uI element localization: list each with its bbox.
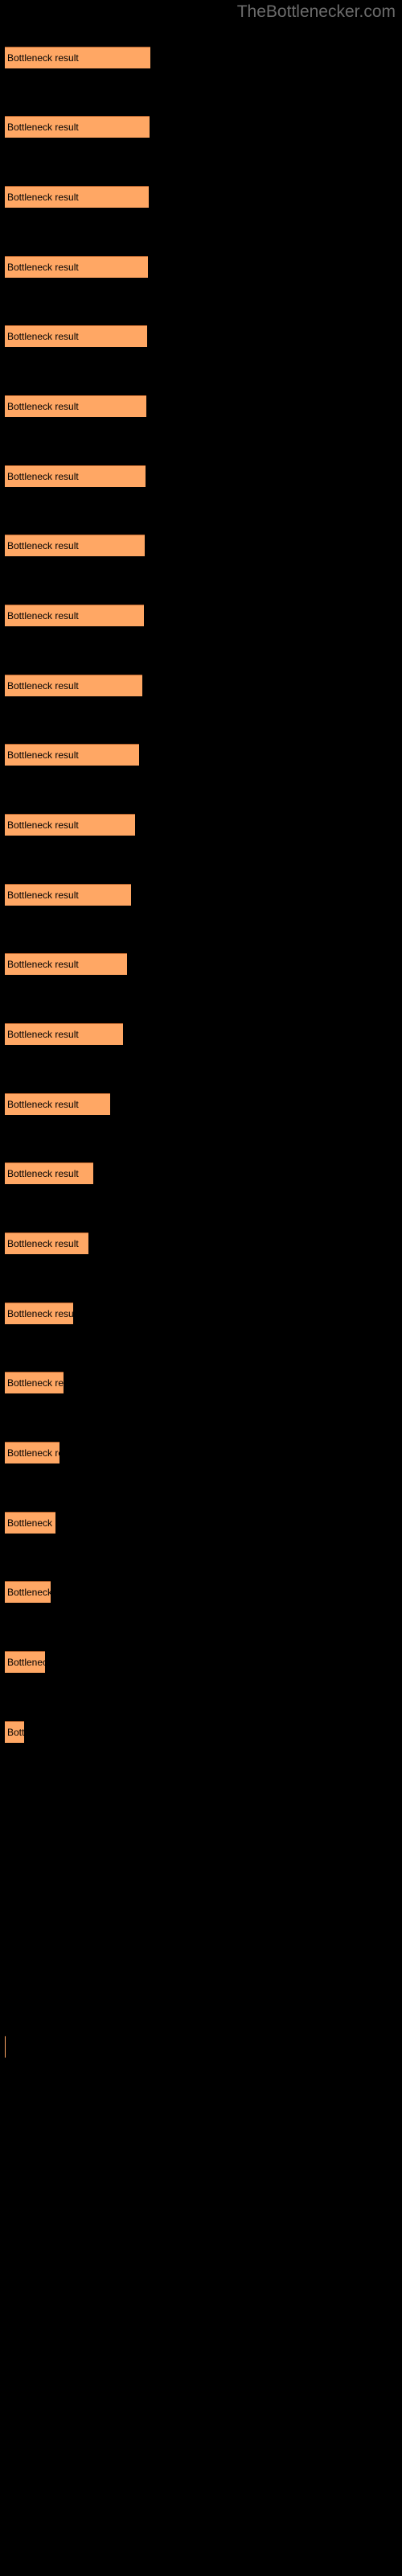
bar-label: Bottleneck result <box>7 1238 79 1249</box>
bar-label: Bottleneck result <box>7 890 79 901</box>
bar-8[interactable]: Bottleneck result <box>5 535 145 556</box>
bar-18[interactable]: Bottleneck result <box>5 1232 88 1254</box>
bar-label: Bottleneck result <box>7 192 79 203</box>
bar-label: Bottleneck result <box>7 262 79 273</box>
bar-label: Bottleneck result <box>7 471 79 482</box>
bar-11[interactable]: Bottleneck result <box>5 744 139 766</box>
bottleneck-bar-chart: Bottleneck result Bottleneck result Bottle… <box>0 0 402 2576</box>
bar-12[interactable]: Bottleneck result <box>5 814 135 836</box>
bar-5[interactable]: Bottleneck result <box>5 325 147 347</box>
bar-14[interactable]: Bottleneck result <box>5 953 127 975</box>
bar-21[interactable]: Bottleneck result <box>5 1442 59 1463</box>
bar-15[interactable]: Bottleneck result <box>5 1023 123 1045</box>
bar-label: Bottleneck result <box>7 680 79 691</box>
bar-label: Bottleneck result <box>7 1377 64 1389</box>
bar-23[interactable]: Bottleneck result <box>5 1581 51 1603</box>
bar-label: Bottleneck result <box>7 819 79 831</box>
bar-19[interactable]: Bottleneck result <box>5 1302 73 1324</box>
bar-9[interactable]: Bottleneck result <box>5 605 144 626</box>
bar-20[interactable]: Bottleneck result <box>5 1372 64 1393</box>
bar-label: Bottleneck result <box>7 1727 24 1738</box>
bar-25[interactable]: Bottleneck result <box>5 1721 24 1743</box>
bar-label: Bottleneck result <box>7 749 79 761</box>
bar-label: Bottleneck result <box>7 122 79 133</box>
bar-label: Bottleneck result <box>7 540 79 551</box>
bar-16[interactable]: Bottleneck result <box>5 1093 110 1115</box>
bar-7[interactable]: Bottleneck result <box>5 465 146 487</box>
bar-label: Bottleneck result <box>7 1517 55 1529</box>
bar-13[interactable]: Bottleneck result <box>5 884 131 906</box>
bar-1[interactable]: Bottleneck result <box>5 47 150 68</box>
bar-3[interactable]: Bottleneck result <box>5 186 149 208</box>
bar-17[interactable]: Bottleneck result <box>5 1162 93 1184</box>
bar-label: Bottleneck result <box>7 331 79 342</box>
bar-10[interactable]: Bottleneck result <box>5 675 142 696</box>
bar-label: Bottleneck result <box>7 1029 79 1040</box>
bar-label: Bottleneck result <box>7 1657 45 1668</box>
bar-26[interactable]: Bottleneck result <box>5 2036 6 2058</box>
bar-label: Bottleneck result <box>7 401 79 412</box>
bar-label: Bottleneck result <box>7 1099 79 1110</box>
bar-2[interactable]: Bottleneck result <box>5 116 150 138</box>
bar-label: Bottleneck result <box>7 1308 73 1319</box>
bar-label: Bottleneck result <box>7 1168 79 1179</box>
bar-label: Bottleneck result <box>7 959 79 970</box>
bar-label: Bottleneck result <box>7 610 79 621</box>
bar-22[interactable]: Bottleneck result <box>5 1512 55 1534</box>
bar-label: Bottleneck result <box>7 52 79 64</box>
bar-6[interactable]: Bottleneck result <box>5 395 146 417</box>
bar-label: Bottleneck result <box>7 1447 59 1459</box>
bar-4[interactable]: Bottleneck result <box>5 256 148 278</box>
bar-24[interactable]: Bottleneck result <box>5 1651 45 1673</box>
bar-label: Bottleneck result <box>7 1587 51 1598</box>
